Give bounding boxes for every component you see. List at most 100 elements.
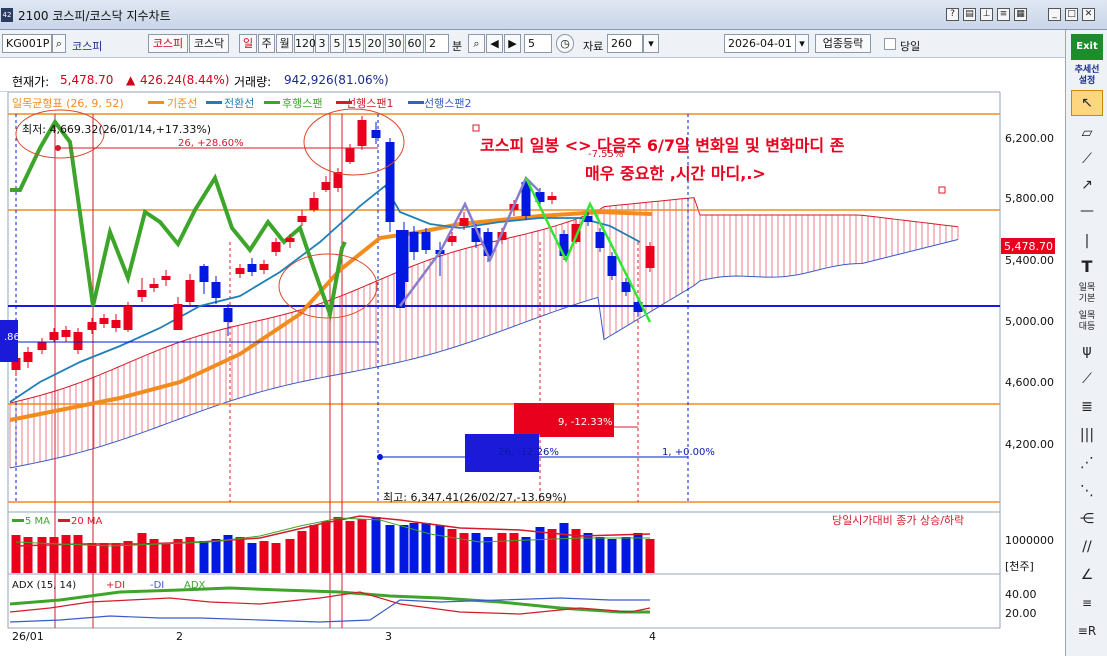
price-axis-label: 4,600.00: [1005, 376, 1054, 389]
candle-body: [285, 238, 295, 242]
help-icon[interactable]: ?: [946, 8, 959, 21]
count-input[interactable]: 5: [524, 34, 552, 53]
next-icon[interactable]: ▶: [504, 34, 521, 53]
candle-body: [173, 304, 183, 330]
legend-swatch-lagging: [264, 101, 280, 104]
zoom-icon[interactable]: ⌕: [468, 34, 485, 53]
horizontal-line-icon[interactable]: —: [1071, 198, 1103, 224]
candle-body: [483, 232, 493, 256]
candle-body: [73, 332, 83, 350]
prev-icon[interactable]: ◀: [486, 34, 503, 53]
period-20[interactable]: 20: [365, 34, 384, 53]
legend-leading-span2: 선행스팬2: [424, 97, 471, 110]
zigzag-line: [398, 175, 541, 307]
parallel-line-icon[interactable]: //: [1071, 534, 1103, 560]
candle-body: [123, 306, 133, 330]
kosdaq-button[interactable]: 코스닥: [189, 34, 229, 53]
industry-button[interactable]: 업종등락: [815, 34, 871, 53]
maximize-icon[interactable]: □: [1065, 8, 1078, 21]
volume-bar: [235, 537, 245, 573]
volume-bar: [199, 541, 209, 573]
link-icon[interactable]: ≡: [997, 8, 1010, 21]
legend-leading-span1: 선행스팬1: [346, 97, 393, 110]
marker-square: [938, 186, 946, 194]
speed-line-icon[interactable]: ⋲: [1071, 506, 1103, 532]
candle-body: [223, 308, 233, 322]
volume-bar: [297, 531, 307, 573]
ray-line-icon[interactable]: ↗: [1071, 172, 1103, 198]
index-name: 코스피: [72, 40, 103, 53]
fan-icon[interactable]: ψ: [1071, 338, 1103, 364]
ichimoku-chart[interactable]: 일목균형표 (26, 9, 52) 기준선 전환선 후행스팬 선행스팬1 선행스…: [0, 92, 1065, 656]
levels-r-icon[interactable]: ≡R: [1071, 618, 1103, 644]
date-dropdown-icon[interactable]: ▾: [795, 34, 809, 53]
volume-bar: [37, 537, 47, 573]
candle-body: [459, 218, 469, 226]
code-input[interactable]: KG001P: [2, 34, 52, 53]
volume-bar: [173, 539, 183, 573]
legend-conversion-line: 전환선: [224, 97, 254, 110]
period-month[interactable]: 월: [276, 34, 293, 53]
time-zone-icon[interactable]: |||: [1071, 422, 1103, 448]
drawing-tools-panel: Exit 추세선 설정 ↖ ▱ ⟋ ↗ — | T 일목 기본 일목 대등 ψ …: [1065, 30, 1107, 656]
adx-label: ADX (15, 14): [12, 580, 76, 591]
gann-grid-icon[interactable]: ⋱: [1071, 478, 1103, 504]
app-logo: 42: [1, 8, 13, 22]
angle-icon[interactable]: ∠: [1071, 562, 1103, 588]
trendline-icon[interactable]: ⟋: [1071, 146, 1103, 172]
date-axis-label: 3: [385, 630, 392, 643]
data-count-input[interactable]: 260: [607, 34, 643, 53]
period-3[interactable]: 3: [315, 34, 329, 53]
chevron-down-icon[interactable]: ▾: [643, 34, 659, 53]
fibonacci-retracement-icon[interactable]: ≣: [1071, 394, 1103, 420]
window-title: 2100 코스피/코스닥 지수차트: [18, 9, 171, 23]
print-icon[interactable]: ▤: [963, 8, 976, 21]
fibonacci-fan-icon[interactable]: ⟋: [1071, 366, 1103, 392]
candle-body: [61, 330, 71, 337]
pin-icon[interactable]: ⊥: [980, 8, 993, 21]
period-5[interactable]: 5: [330, 34, 344, 53]
volume-bar: [61, 535, 71, 573]
volume-bar: [483, 537, 493, 573]
minutes-input[interactable]: 2: [425, 34, 449, 53]
today-checkbox[interactable]: [884, 38, 896, 50]
vol-legend-5ma: 5 MA: [25, 516, 50, 527]
ichimoku-equal-button[interactable]: 일목 대등: [1071, 310, 1103, 336]
minimize-icon[interactable]: _: [1048, 8, 1061, 21]
volume-bar: [111, 543, 121, 573]
volume-bar: [509, 533, 519, 573]
kospi-button[interactable]: 코스피: [148, 34, 188, 53]
change-value: 426.24(8.44%): [140, 73, 230, 87]
eraser-icon[interactable]: ▱: [1071, 120, 1103, 146]
candle-body: [247, 264, 257, 272]
volume-bar: [137, 533, 147, 573]
period-60[interactable]: 60: [405, 34, 424, 53]
cursor-icon[interactable]: ↖: [1071, 90, 1103, 116]
candle-body: [161, 276, 171, 280]
period-30[interactable]: 30: [385, 34, 404, 53]
volume-bar: [497, 533, 507, 573]
measure-dot: [377, 454, 383, 460]
clock-icon[interactable]: ◷: [556, 34, 574, 53]
trend-settings-button[interactable]: 추세선 설정: [1071, 64, 1103, 90]
candle-body: [49, 332, 59, 340]
vertical-line-icon[interactable]: |: [1071, 228, 1103, 254]
exit-button[interactable]: Exit: [1071, 34, 1103, 60]
date-axis-label: 2: [176, 630, 183, 643]
price-axis-label: 5,800.00: [1005, 192, 1054, 205]
candle-body: [137, 290, 147, 297]
candle-body: [111, 320, 121, 328]
levels-icon[interactable]: ≡: [1071, 590, 1103, 616]
ichimoku-basic-button[interactable]: 일목 기본: [1071, 282, 1103, 308]
grid-icon[interactable]: ▦: [1014, 8, 1027, 21]
toolbar: KG001P ⌕ 코스피 코스피 코스닥 일 주 월 120 3 5 15 20…: [0, 30, 1065, 58]
period-day[interactable]: 일: [239, 34, 257, 53]
period-120[interactable]: 120: [294, 34, 316, 53]
gann-fan-icon[interactable]: ⋰: [1071, 450, 1103, 476]
period-week[interactable]: 주: [258, 34, 275, 53]
period-15[interactable]: 15: [345, 34, 364, 53]
search-icon[interactable]: ⌕: [52, 34, 66, 53]
text-tool-icon[interactable]: T: [1071, 254, 1103, 280]
close-icon[interactable]: ✕: [1082, 8, 1095, 21]
volume-bars: [11, 515, 655, 573]
